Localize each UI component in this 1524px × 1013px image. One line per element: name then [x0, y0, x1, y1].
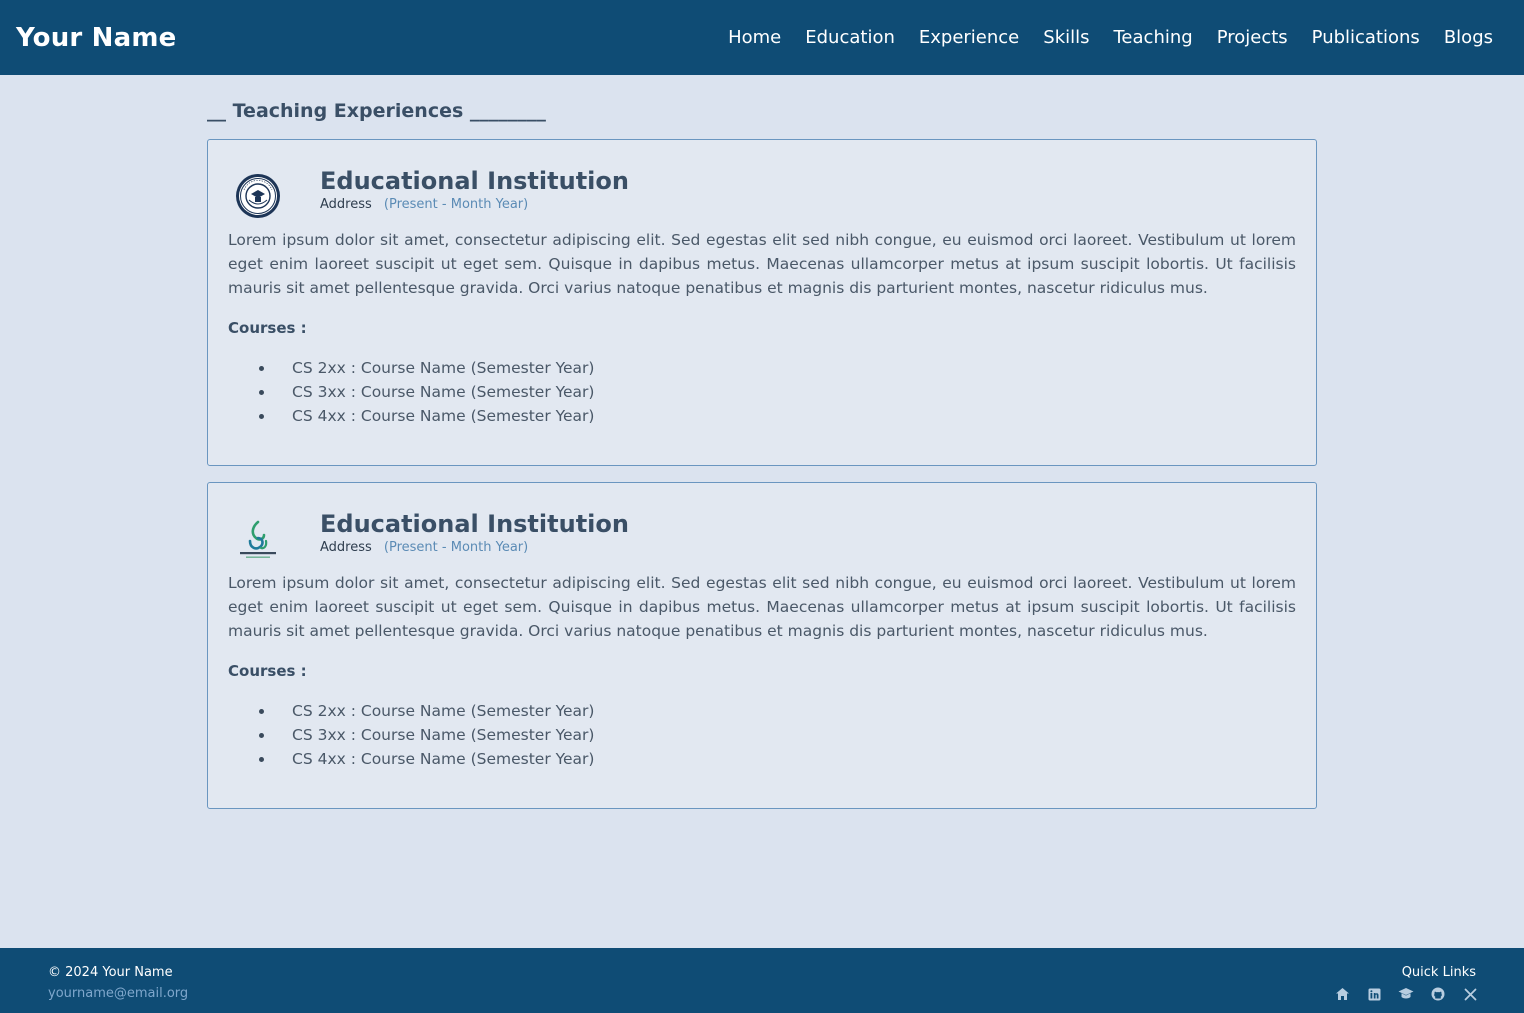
nav-link-publications[interactable]: Publications — [1312, 27, 1420, 48]
experience-card: Educational Institution Address (Present… — [207, 139, 1317, 466]
nav-link-education[interactable]: Education — [805, 27, 895, 48]
courses-label: Courses : — [228, 319, 307, 337]
course-item: CS 4xx : Course Name (Semester Year) — [228, 747, 1296, 771]
footer: © 2024 Your Name yourname@email.org Quic… — [0, 948, 1524, 1013]
institution-meta: Address (Present - Month Year) — [320, 197, 629, 212]
nav-link-teaching[interactable]: Teaching — [1114, 27, 1193, 48]
brand-name[interactable]: Your Name — [16, 23, 177, 53]
card-header: Educational Institution Address (Present… — [228, 509, 1296, 569]
courses-label: Courses : — [228, 662, 307, 680]
section-title: __ Teaching Experiences ________ — [207, 100, 546, 122]
x-twitter-icon[interactable] — [1462, 986, 1478, 1002]
institution-info: Educational Institution Address (Present… — [320, 166, 629, 212]
footer-email-link[interactable]: yourname@email.org — [48, 986, 188, 1001]
footer-copyright: © 2024 Your Name — [48, 965, 173, 980]
quick-links — [1334, 986, 1478, 1002]
navbar: Your Name Home Education Experience Skil… — [0, 0, 1524, 75]
home-icon[interactable] — [1334, 986, 1350, 1002]
institution-address: Address — [320, 540, 372, 555]
institution-info: Educational Institution Address (Present… — [320, 509, 629, 555]
nav-link-home[interactable]: Home — [728, 27, 781, 48]
course-item: CS 2xx : Course Name (Semester Year) — [228, 356, 1296, 380]
courses-list: CS 2xx : Course Name (Semester Year) CS … — [228, 699, 1296, 808]
course-item: CS 2xx : Course Name (Semester Year) — [228, 699, 1296, 723]
institution-date: (Present - Month Year) — [383, 197, 529, 212]
course-item: CS 4xx : Course Name (Semester Year) — [228, 404, 1296, 428]
nav-link-blogs[interactable]: Blogs — [1444, 27, 1493, 48]
institution-name: Educational Institution — [320, 167, 629, 195]
institution-address: Address — [320, 197, 372, 212]
main-content: __ Teaching Experiences ________ Educati… — [207, 96, 1317, 809]
quick-links-title: Quick Links — [1401, 965, 1476, 980]
nav-link-experience[interactable]: Experience — [919, 27, 1019, 48]
institution-meta: Address (Present - Month Year) — [320, 540, 629, 555]
experience-card: Educational Institution Address (Present… — [207, 482, 1317, 809]
experience-description: Lorem ipsum dolor sit amet, consectetur … — [228, 231, 1296, 297]
github-icon[interactable] — [1430, 986, 1446, 1002]
courses-list: CS 2xx : Course Name (Semester Year) CS … — [228, 356, 1296, 465]
course-item: CS 3xx : Course Name (Semester Year) — [228, 380, 1296, 404]
graduation-cap-icon[interactable] — [1398, 986, 1414, 1002]
linkedin-icon[interactable] — [1366, 986, 1382, 1002]
course-item: CS 3xx : Course Name (Semester Year) — [228, 723, 1296, 747]
company-logo-icon — [228, 509, 288, 569]
card-header: Educational Institution Address (Present… — [228, 166, 1296, 226]
nav-links: Home Education Experience Skills Teachin… — [704, 27, 1493, 48]
nav-link-projects[interactable]: Projects — [1217, 27, 1288, 48]
institution-name: Educational Institution — [320, 510, 629, 538]
experience-description: Lorem ipsum dolor sit amet, consectetur … — [228, 574, 1296, 640]
nav-link-skills[interactable]: Skills — [1043, 27, 1089, 48]
university-seal-icon — [228, 166, 288, 226]
institution-date: (Present - Month Year) — [383, 540, 529, 555]
